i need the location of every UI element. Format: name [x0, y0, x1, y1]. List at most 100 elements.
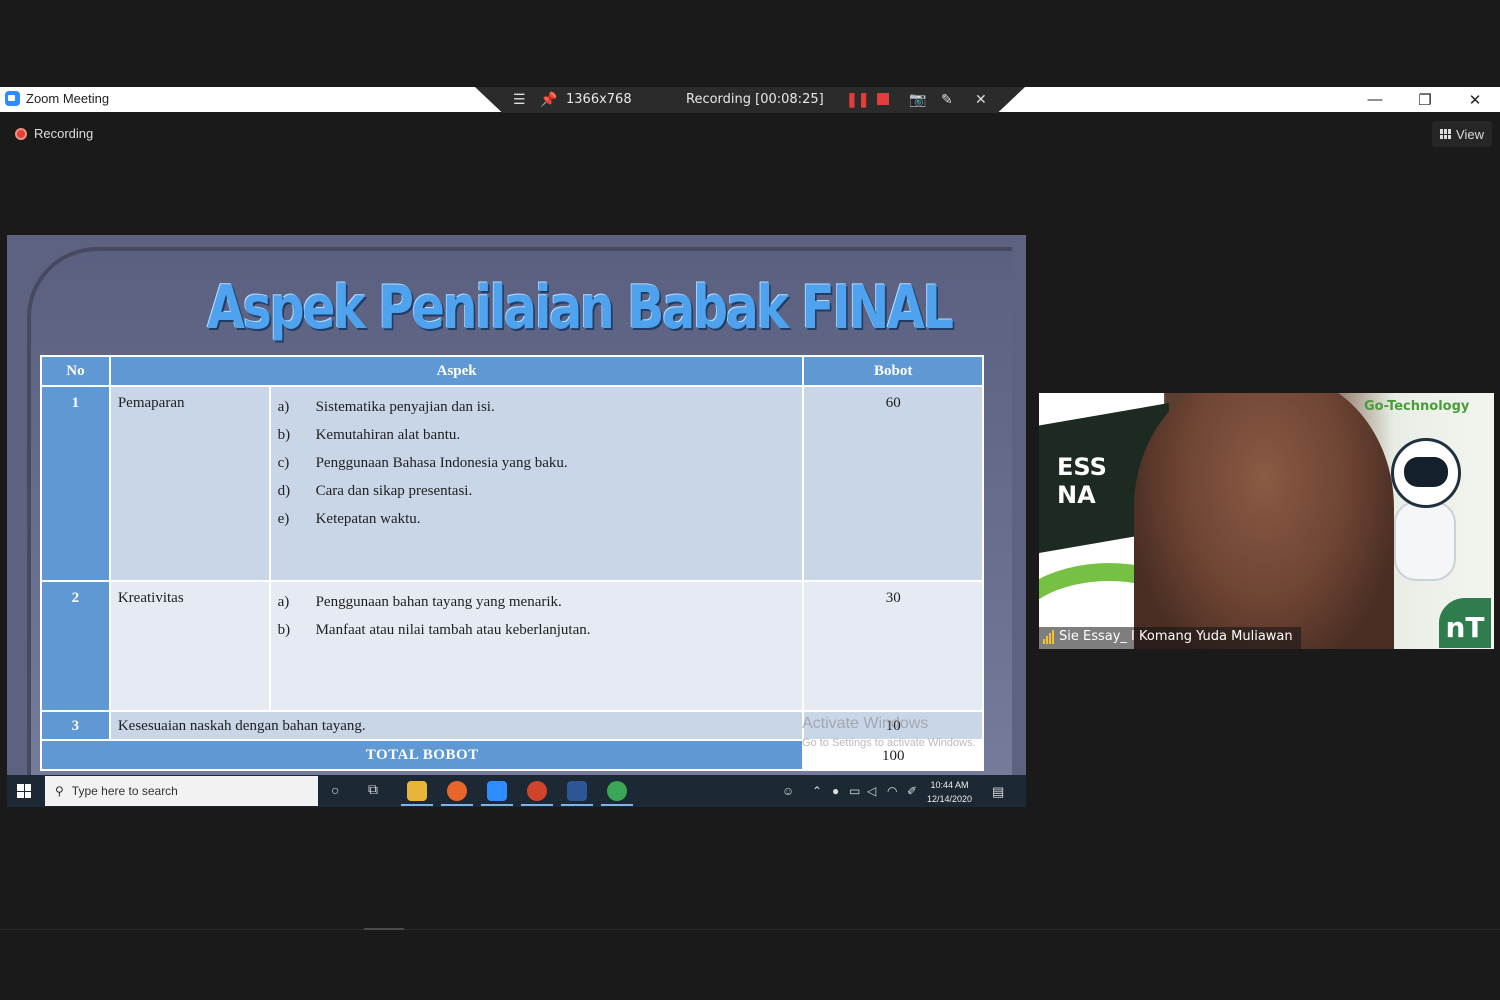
windows-start-icon[interactable]: [17, 784, 31, 798]
background-text-line: ESS: [1057, 453, 1107, 481]
background-logo: nT: [1439, 598, 1491, 648]
resolution-label: 1366x768: [566, 92, 632, 107]
item-text: Sistematika penyajian dan isi.: [315, 398, 495, 415]
list-item: e) Ketepatan waktu.: [278, 505, 803, 533]
aspect-name: Pemaparan: [108, 385, 271, 582]
battery-icon[interactable]: ▭: [849, 784, 860, 798]
participant-person: [1134, 393, 1394, 649]
active-indicator: [441, 804, 473, 806]
aspect-weight: 30: [802, 580, 984, 712]
close-toolbar-icon[interactable]: ✕: [975, 91, 987, 108]
item-key: d): [277, 482, 291, 499]
camera-icon[interactable]: 📷: [909, 91, 926, 108]
view-button-label: View: [1456, 126, 1484, 142]
pause-icon[interactable]: ❚❚: [846, 91, 869, 108]
window-controls: — ❐ ✕: [1350, 87, 1500, 112]
restore-button[interactable]: ❐: [1400, 87, 1450, 112]
aspect-items: a) Penggunaan bahan tayang yang menarik. …: [268, 580, 805, 712]
powerpoint-icon[interactable]: [527, 781, 547, 801]
file-explorer-icon[interactable]: [407, 781, 427, 801]
minimize-button[interactable]: —: [1350, 87, 1400, 112]
item-key: a): [277, 593, 290, 610]
item-key: b): [277, 426, 291, 443]
taskbar-search-placeholder: Type here to search: [71, 784, 178, 798]
taskbar-search[interactable]: ⚲ Type here to search: [45, 776, 318, 806]
word-icon[interactable]: [567, 781, 587, 801]
menu-icon[interactable]: ☰: [513, 91, 526, 108]
notification-icon[interactable]: ▤: [992, 784, 1004, 800]
app-title-group: Zoom Meeting: [5, 91, 109, 106]
active-indicator: [481, 804, 513, 806]
recording-status: Recording [00:08:25]: [686, 92, 824, 107]
item-text: Cara dan sikap presentasi.: [315, 482, 473, 499]
wifi-icon[interactable]: ◠: [887, 784, 897, 798]
item-key: b): [277, 621, 291, 638]
item-text: Penggunaan Bahasa Indonesia yang baku.: [315, 454, 568, 471]
clock-date: 12/14/2020: [927, 794, 973, 804]
window-title: Zoom Meeting: [26, 91, 110, 106]
chrome-icon[interactable]: [607, 781, 627, 801]
robot-mascot-body: [1394, 501, 1456, 581]
cortana-icon[interactable]: ○: [331, 782, 339, 798]
robot-face: [1404, 457, 1448, 487]
windows-taskbar: ⚲ Type here to search ○ ⧉ ☺ ⌃ ● ▭ ◁ ◠ ✐: [7, 775, 1026, 807]
record-dot-icon: [15, 127, 27, 140]
aspect-name: Kesesuaian naskah dengan bahan tayang.: [108, 710, 805, 741]
scroll-handle[interactable]: [364, 928, 404, 930]
active-indicator: [561, 804, 593, 806]
aspect-items: a) Sistematika penyajian dan isi. b) Kemut…: [268, 385, 805, 582]
zoom-taskbar-icon[interactable]: [487, 781, 507, 801]
list-item: d) Cara dan sikap presentasi.: [278, 477, 803, 505]
list-item: b) Manfaat atau nilai tambah atau keberla…: [278, 616, 803, 644]
item-text: Manfaat atau nilai tambah atau keberlanj…: [315, 621, 591, 638]
recording-toolbar: ☰ 📌 1366x768 Recording [00:08:25] ❚❚ 📷 ✎…: [475, 87, 1025, 113]
item-key: a): [277, 398, 290, 415]
microphone-icon[interactable]: ●: [832, 784, 839, 798]
recording-indicator: Recording: [15, 126, 93, 141]
view-button[interactable]: View: [1432, 121, 1492, 147]
grid-icon: [1440, 129, 1452, 139]
participant-name-tag: Sie Essay_ I Komang Yuda Muliawan: [1039, 627, 1301, 649]
background-text-line: NA: [1057, 481, 1096, 509]
volume-icon[interactable]: ◁: [867, 784, 876, 798]
stop-icon[interactable]: [877, 93, 889, 105]
header-no: No: [40, 355, 111, 387]
background-brand: Go-Technology: [1364, 399, 1470, 414]
list-item: b) Kemutahiran alat bantu.: [278, 421, 803, 449]
table-row: 1 Pemaparan a) Sistematika penyajian dan …: [40, 385, 984, 582]
aspect-name: Kreativitas: [108, 580, 271, 712]
pen-workspace-icon[interactable]: ✐: [907, 784, 917, 798]
pen-icon[interactable]: ✎: [941, 91, 953, 108]
people-icon[interactable]: ☺: [782, 784, 794, 798]
background-text: ESS NA: [1057, 453, 1107, 509]
row-number: 1: [40, 385, 111, 582]
slide-title: Aspek Penilaian Babak FINAL: [207, 273, 954, 343]
participant-video[interactable]: ESS NA Go-Technology nT Sie Essay_ I Kom…: [1039, 393, 1494, 649]
item-key: c): [277, 454, 290, 471]
audio-level-icon: [1043, 630, 1054, 644]
clock-time: 10:44 AM: [930, 780, 969, 790]
taskbar-clock[interactable]: 10:44 AM 12/14/2020: [927, 778, 972, 806]
row-number: 2: [40, 580, 111, 712]
activate-windows-watermark: Activate Windows: [802, 715, 929, 732]
header-bobot: Bobot: [802, 355, 984, 387]
pin-icon[interactable]: 📌: [540, 91, 557, 108]
firefox-icon[interactable]: [447, 781, 467, 801]
list-item: a) Penggunaan bahan tayang yang menarik.: [278, 588, 803, 616]
search-icon: ⚲: [55, 784, 64, 798]
item-text: Kemutahiran alat bantu.: [315, 426, 461, 443]
assessment-table: No Aspek Bobot 1 Pemaparan a) Sistematika…: [39, 355, 984, 771]
zoom-window: Zoom Meeting — ❐ ✕ ☰ 📌 1366x768 Recordin…: [0, 0, 1500, 1000]
robot-mascot-icon: [1391, 438, 1461, 508]
chevron-up-icon[interactable]: ⌃: [812, 784, 822, 798]
activate-windows-hint: Go to Settings to activate Windows.: [802, 737, 976, 749]
active-indicator: [401, 804, 433, 806]
participant-name: Sie Essay_ I Komang Yuda Muliawan: [1059, 629, 1293, 644]
item-key: e): [277, 510, 290, 527]
table-row: 2 Kreativitas a) Penggunaan bahan tayang …: [40, 580, 984, 712]
close-button[interactable]: ✕: [1450, 87, 1500, 112]
table-header-row: No Aspek Bobot: [40, 355, 984, 387]
active-indicator: [601, 804, 633, 806]
task-view-icon[interactable]: ⧉: [368, 781, 378, 798]
item-text: Ketepatan waktu.: [315, 510, 421, 527]
